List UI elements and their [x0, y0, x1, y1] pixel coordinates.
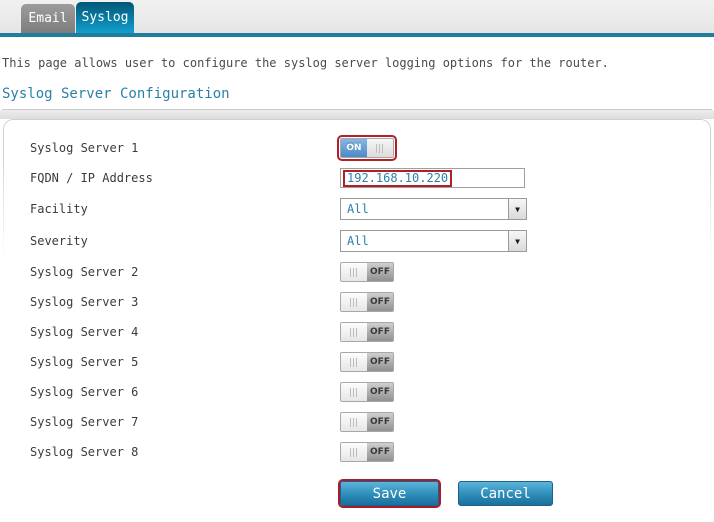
- form-row: Syslog Server 5 OFF: [3, 347, 711, 377]
- tab-syslog[interactable]: Syslog: [76, 2, 134, 33]
- dropdown-arrow-icon[interactable]: ▼: [508, 199, 526, 219]
- page-description: This page allows user to configure the s…: [2, 56, 712, 70]
- toggle-grip-icon: [367, 139, 393, 157]
- tab-email-label: Email: [28, 11, 67, 26]
- field-label: Syslog Server 2: [3, 265, 340, 279]
- toggle-grip-icon: [341, 263, 367, 281]
- syslog-server-7-toggle[interactable]: OFF: [340, 412, 394, 432]
- button-row: Save Cancel: [3, 481, 711, 506]
- toggle-off-label: OFF: [367, 443, 393, 461]
- tab-email[interactable]: Email: [21, 4, 75, 33]
- field-label: Syslog Server 4: [3, 325, 340, 339]
- field-label: Syslog Server 1: [3, 141, 340, 155]
- toggle-off-label: OFF: [367, 383, 393, 401]
- syslog-server-8-toggle[interactable]: OFF: [340, 442, 394, 462]
- form-row: Severity All ▼: [3, 225, 711, 257]
- syslog-server-3-toggle[interactable]: OFF: [340, 292, 394, 312]
- field-label: FQDN / IP Address: [3, 171, 340, 185]
- toggle-off-label: OFF: [367, 263, 393, 281]
- toggle-off-label: OFF: [367, 413, 393, 431]
- toggle-grip-icon: [341, 413, 367, 431]
- form-row: Syslog Server 3 OFF: [3, 287, 711, 317]
- field-label: Syslog Server 6: [3, 385, 340, 399]
- syslog-server-2-toggle[interactable]: OFF: [340, 262, 394, 282]
- save-button[interactable]: Save: [340, 481, 439, 506]
- syslog-server-5-toggle[interactable]: OFF: [340, 352, 394, 372]
- toggle-grip-icon: [341, 383, 367, 401]
- severity-select[interactable]: All ▼: [340, 230, 527, 252]
- toggle-grip-icon: [341, 443, 367, 461]
- toggle-grip-icon: [341, 323, 367, 341]
- toggle-off-label: OFF: [367, 353, 393, 371]
- toggle-off-label: OFF: [367, 323, 393, 341]
- form-row: Syslog Server 4 OFF: [3, 317, 711, 347]
- fqdn-ip-input[interactable]: 192.168.10.220: [340, 168, 525, 188]
- section-divider: [0, 110, 714, 119]
- facility-select-value: All: [347, 202, 369, 216]
- facility-select[interactable]: All ▼: [340, 198, 527, 220]
- toggle-on-label: ON: [341, 139, 367, 157]
- cancel-button[interactable]: Cancel: [458, 481, 553, 506]
- tab-bar: Email Syslog: [0, 0, 714, 33]
- form-row: FQDN / IP Address 192.168.10.220: [3, 163, 711, 193]
- field-label: Syslog Server 8: [3, 445, 340, 459]
- syslog-server-6-toggle[interactable]: OFF: [340, 382, 394, 402]
- syslog-server-4-toggle[interactable]: OFF: [340, 322, 394, 342]
- section-title: Syslog Server Configuration: [2, 86, 712, 110]
- fqdn-ip-value: 192.168.10.220: [343, 170, 452, 187]
- toggle-off-label: OFF: [367, 293, 393, 311]
- form-row: Syslog Server 2 OFF: [3, 257, 711, 287]
- form-row: Syslog Server 1 ON: [3, 133, 711, 163]
- dropdown-arrow-icon[interactable]: ▼: [508, 231, 526, 251]
- field-label: Severity: [3, 234, 340, 248]
- toggle-grip-icon: [341, 353, 367, 371]
- header-divider: [0, 33, 714, 37]
- toggle-grip-icon: [341, 293, 367, 311]
- field-label: Syslog Server 7: [3, 415, 340, 429]
- form-row: Syslog Server 6 OFF: [3, 377, 711, 407]
- form-row: Syslog Server 8 OFF: [3, 437, 711, 467]
- field-label: Syslog Server 5: [3, 355, 340, 369]
- field-label: Syslog Server 3: [3, 295, 340, 309]
- tab-syslog-label: Syslog: [82, 10, 129, 25]
- severity-select-value: All: [347, 234, 369, 248]
- form-row: Facility All ▼: [3, 193, 711, 225]
- syslog-server-1-toggle[interactable]: ON: [340, 138, 394, 158]
- form-row: Syslog Server 7 OFF: [3, 407, 711, 437]
- syslog-config-panel: Syslog Server 1 ON FQDN / IP Address 192…: [3, 119, 711, 522]
- field-label: Facility: [3, 202, 340, 216]
